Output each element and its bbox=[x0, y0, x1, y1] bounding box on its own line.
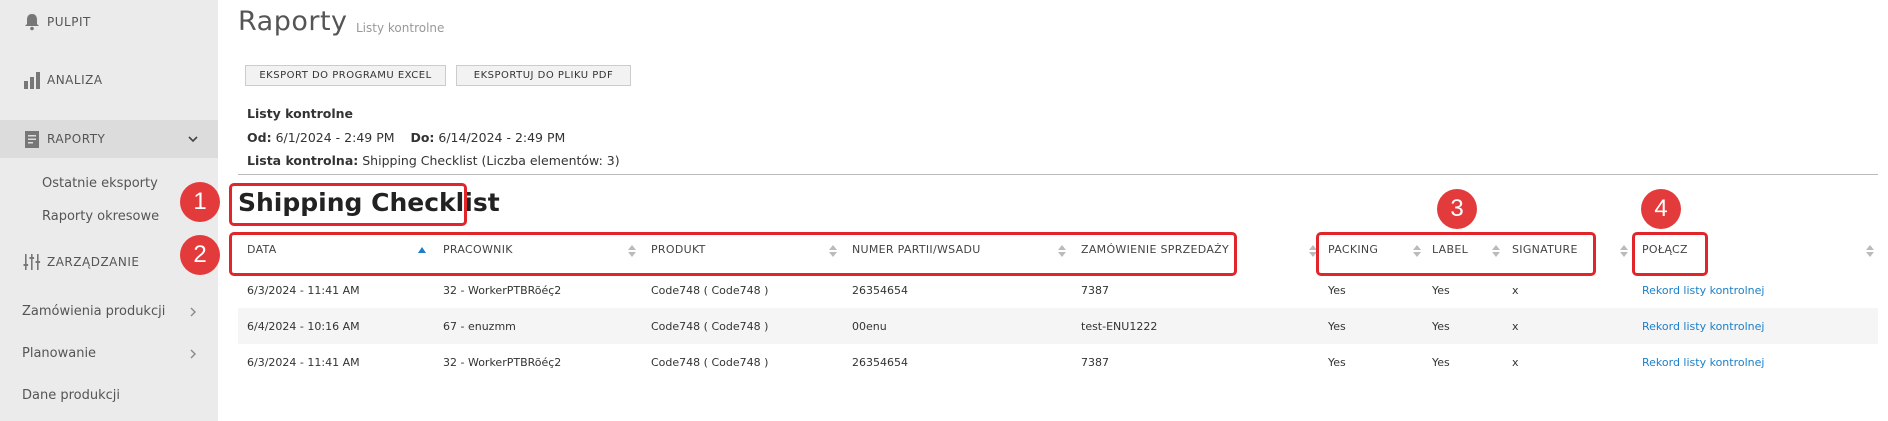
sidebar-link-planning[interactable]: Planowanie bbox=[22, 346, 197, 361]
chevron-down-icon bbox=[188, 136, 198, 143]
sidebar-item-raporty[interactable]: RAPORTY bbox=[0, 120, 218, 158]
sidebar-link-label: Zamówienia produkcji bbox=[22, 304, 166, 319]
cell-signature: x bbox=[1512, 284, 1519, 297]
cell-label: Yes bbox=[1432, 284, 1450, 297]
sidebar-item-label: PULPIT bbox=[47, 15, 91, 29]
table-row: 6/3/2024 - 11:41 AM 32 - WorkerPTBRõéç2 … bbox=[238, 344, 1878, 380]
cell-packing: Yes bbox=[1328, 356, 1346, 369]
checklist-record-link[interactable]: Rekord listy kontrolnej bbox=[1642, 356, 1764, 369]
chevron-right-icon bbox=[190, 307, 196, 316]
sidebar-item-label: ZARZĄDZANIE bbox=[47, 255, 140, 269]
cell-batch: 26354654 bbox=[852, 356, 908, 369]
report-icon bbox=[25, 131, 39, 148]
table-row: 6/4/2024 - 10:16 AM 67 - enuzmm Code748 … bbox=[238, 308, 1878, 344]
report-info-heading: Listy kontrolne bbox=[247, 106, 354, 121]
annotation-box-title bbox=[229, 183, 467, 226]
bell-icon bbox=[25, 14, 39, 31]
annotation-marker-3: 3 bbox=[1437, 189, 1477, 229]
annotation-marker-4: 4 bbox=[1641, 189, 1681, 229]
annotation-box-standard-columns bbox=[229, 232, 1237, 276]
sidebar-link-production-data[interactable]: Dane produkcji bbox=[22, 388, 197, 403]
cell-product: Code748 ( Code748 ) bbox=[651, 284, 769, 297]
report-date-range: Od: 6/1/2024 - 2:49 PM Do: 6/14/2024 - 2… bbox=[247, 130, 566, 145]
sidebar-link-production-orders[interactable]: Zamówienia produkcji bbox=[22, 304, 197, 319]
bar-chart-icon bbox=[24, 72, 40, 89]
divider bbox=[238, 174, 1878, 175]
sidebar-subitem-recent-exports[interactable]: Ostatnie eksporty bbox=[42, 176, 158, 191]
chevron-right-icon bbox=[190, 349, 196, 358]
sidebar-item-analiza[interactable]: ANALIZA bbox=[0, 62, 218, 98]
sidebar-link-label: Dane produkcji bbox=[22, 388, 121, 403]
cell-date: 6/3/2024 - 11:41 AM bbox=[247, 356, 360, 369]
table-row: 6/3/2024 - 11:41 AM 32 - WorkerPTBRõéç2 … bbox=[238, 272, 1878, 308]
cell-sales-order: test-ENU1222 bbox=[1081, 320, 1158, 333]
export-pdf-button[interactable]: EKSPORTUJ DO PLIKU PDF bbox=[456, 65, 631, 86]
page-subtitle: Listy kontrolne bbox=[356, 21, 445, 35]
checklist-record-link[interactable]: Rekord listy kontrolnej bbox=[1642, 284, 1764, 297]
sort-icon[interactable] bbox=[1620, 244, 1628, 258]
sidebar-item-label: ANALIZA bbox=[47, 73, 103, 87]
sidebar-link-label: Planowanie bbox=[22, 346, 97, 361]
annotation-marker-2: 2 bbox=[180, 235, 220, 275]
page-title: Raporty bbox=[238, 6, 348, 37]
cell-signature: x bbox=[1512, 320, 1519, 333]
annotation-box-link-column bbox=[1632, 232, 1708, 276]
cell-batch: 26354654 bbox=[852, 284, 908, 297]
cell-sales-order: 7387 bbox=[1081, 284, 1109, 297]
sort-icon[interactable] bbox=[1866, 244, 1874, 258]
cell-worker: 32 - WorkerPTBRõéç2 bbox=[443, 284, 562, 297]
cell-label: Yes bbox=[1432, 320, 1450, 333]
cell-worker: 67 - enuzmm bbox=[443, 320, 516, 333]
sidebar-subitem-periodic-reports[interactable]: Raporty okresowe bbox=[42, 209, 159, 224]
cell-signature: x bbox=[1512, 356, 1519, 369]
cell-batch: 00enu bbox=[852, 320, 887, 333]
cell-sales-order: 7387 bbox=[1081, 356, 1109, 369]
cell-packing: Yes bbox=[1328, 320, 1346, 333]
checklist-record-link[interactable]: Rekord listy kontrolnej bbox=[1642, 320, 1764, 333]
cell-product: Code748 ( Code748 ) bbox=[651, 356, 769, 369]
sidebar-item-pulpit[interactable]: PULPIT bbox=[0, 4, 218, 40]
cell-packing: Yes bbox=[1328, 284, 1346, 297]
cell-date: 6/3/2024 - 11:41 AM bbox=[247, 284, 360, 297]
cell-product: Code748 ( Code748 ) bbox=[651, 320, 769, 333]
cell-worker: 32 - WorkerPTBRõéç2 bbox=[443, 356, 562, 369]
annotation-marker-1: 1 bbox=[180, 182, 220, 222]
cell-label: Yes bbox=[1432, 356, 1450, 369]
annotation-box-checklist-items bbox=[1316, 232, 1596, 276]
report-checklist-info: Lista kontrolna: Shipping Checklist (Lic… bbox=[247, 153, 620, 168]
cell-date: 6/4/2024 - 10:16 AM bbox=[247, 320, 360, 333]
sliders-icon bbox=[23, 254, 41, 270]
export-excel-button[interactable]: EKSPORT DO PROGRAMU EXCEL bbox=[245, 65, 446, 86]
sidebar-item-label: RAPORTY bbox=[47, 132, 106, 146]
